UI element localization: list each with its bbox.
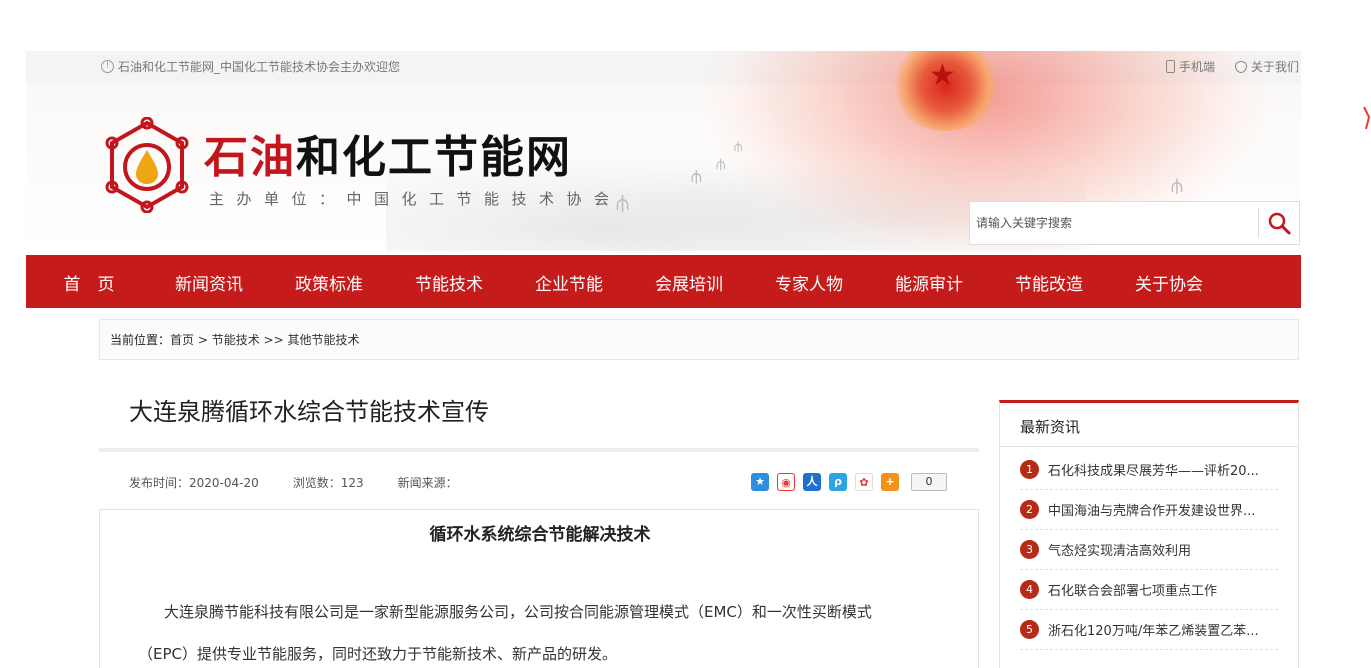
article-title: 大连泉腾循环水综合节能技术宣传: [129, 398, 489, 426]
nav-item[interactable]: 能源审计: [866, 270, 992, 295]
phone-icon: [1165, 60, 1175, 73]
latest-news-panel: 最新资讯 1 石化科技成果尽展芳华——评析20... 2 中国海油与壳牌合作开发建设世…: [999, 400, 1299, 668]
share-qzone-icon[interactable]: ★: [751, 473, 769, 491]
article-meta: 发布时间：2020-04-20 浏览数：123 新闻来源：: [129, 474, 458, 491]
share-weibo-icon[interactable]: ◉: [777, 473, 795, 491]
rank-badge: 2: [1020, 500, 1039, 519]
site-header: ★ ⫛ ⫛ ⫛ ⫛ ⫛ ! 石油和化工节能网_中国化工节能技术协会主办欢迎您 手…: [26, 51, 1301, 255]
list-item[interactable]: 2 中国海油与壳牌合作开发建设世界...: [1020, 490, 1278, 530]
breadcrumb-label: 当前位置：: [110, 333, 171, 347]
nav-item[interactable]: 节能技术: [386, 270, 512, 295]
news-link[interactable]: 石化联合会部署七项重点工作: [1048, 580, 1276, 599]
site-logo-icon[interactable]: [104, 117, 190, 213]
nav-item[interactable]: 关于协会: [1106, 270, 1232, 295]
share-kaixin-icon[interactable]: ✿: [855, 473, 873, 491]
site-title-black: 和化工节能网: [296, 132, 572, 183]
list-item[interactable]: 5 浙石化120万吨/年苯乙烯装置乙苯...: [1020, 610, 1278, 650]
site-title-red: 石油: [204, 132, 296, 183]
nav-item[interactable]: 节能改造: [986, 270, 1112, 295]
mobile-label: 手机端: [1178, 60, 1215, 74]
latest-news-title: 最新资讯: [1000, 403, 1298, 447]
info-icon: !: [101, 60, 114, 73]
article-heading: 循环水系统综合节能解决技术: [429, 525, 651, 545]
nav-item[interactable]: 政策标准: [266, 270, 392, 295]
share-bar: ★ ◉ 人 ρ ✿ + 0: [751, 473, 947, 491]
share-tqq-icon[interactable]: ρ: [829, 473, 847, 491]
breadcrumb: 当前位置：首页 > 节能技术 >> 其他节能技术: [99, 319, 1299, 360]
breadcrumb-separator: >>: [259, 333, 288, 347]
news-link[interactable]: 浙石化120万吨/年苯乙烯装置乙苯...: [1048, 620, 1276, 639]
topbar-links: 手机端 关于我们: [1165, 58, 1299, 75]
wind-turbine-icon: ⫛: [1171, 173, 1183, 197]
list-item[interactable]: 4 石化联合会部署七项重点工作: [1020, 570, 1278, 610]
rank-badge: 1: [1020, 460, 1039, 479]
share-more-icon[interactable]: +: [881, 473, 899, 491]
breadcrumb-level2[interactable]: 其他节能技术: [287, 333, 359, 347]
breadcrumb-separator: >: [194, 333, 212, 347]
wind-turbine-icon: ⫛: [716, 154, 726, 173]
nav-item[interactable]: 会展培训: [626, 270, 752, 295]
article-paragraph: （EPC）提供专业节能服务，同时还致力于节能新技术、新产品的研发。: [138, 645, 617, 663]
welcome-label: 石油和化工节能网_中国化工节能技术协会主办欢迎您: [118, 60, 401, 74]
site-title[interactable]: 石油和化工节能网: [204, 121, 572, 185]
share-renren-icon[interactable]: 人: [803, 473, 821, 491]
latest-news-list: 1 石化科技成果尽展芳华——评析20... 2 中国海油与壳牌合作开发建设世界... 3…: [1000, 450, 1298, 650]
rank-badge: 3: [1020, 540, 1039, 559]
breadcrumb-level1[interactable]: 节能技术: [212, 333, 260, 347]
wind-turbine-icon: ⫛: [734, 139, 743, 155]
publish-time: 发布时间：2020-04-20: [129, 476, 259, 490]
news-link[interactable]: 石化科技成果尽展芳华——评析20...: [1048, 460, 1276, 479]
article-divider: [99, 448, 979, 452]
rank-badge: 5: [1020, 620, 1039, 639]
search-input[interactable]: [970, 202, 1259, 244]
list-item[interactable]: 1 石化科技成果尽展芳华——评析20...: [1020, 450, 1278, 490]
nav-item[interactable]: 专家人物: [746, 270, 872, 295]
view-count: 浏览数：123: [292, 476, 364, 490]
article-body: 循环水系统综合节能解决技术 大连泉腾节能科技有限公司是一家新型能源服务公司，公司…: [99, 509, 979, 668]
nav-item[interactable]: 新闻资讯: [146, 270, 272, 295]
shield-icon: [1234, 60, 1247, 73]
article-paragraph: 大连泉腾节能科技有限公司是一家新型能源服务公司，公司按合同能源管理模式（EMC）…: [164, 603, 872, 621]
breadcrumb-home[interactable]: 首页: [170, 333, 194, 347]
mobile-link[interactable]: 手机端: [1165, 58, 1215, 75]
rank-badge: 4: [1020, 580, 1039, 599]
edge-decoration-icon: [1363, 106, 1371, 130]
list-item[interactable]: 3 气态烃实现清洁高效利用: [1020, 530, 1278, 570]
wind-turbine-icon: ⫛: [691, 166, 702, 187]
about-us-link[interactable]: 关于我们: [1234, 58, 1299, 75]
search-icon[interactable]: [1259, 202, 1299, 244]
about-us-label: 关于我们: [1250, 60, 1299, 74]
site-subtitle: 主办单位：中国化工节能技术协会: [209, 190, 622, 208]
nav-item[interactable]: 首 页: [26, 270, 152, 295]
search-box: [969, 201, 1300, 245]
news-link[interactable]: 气态烃实现清洁高效利用: [1048, 540, 1276, 559]
news-link[interactable]: 中国海油与壳牌合作开发建设世界...: [1048, 500, 1276, 519]
main-nav: 首 页新闻资讯 政策标准 节能技术 企业节能 会展培训 专家人物 能源审计 节能改造 关于协会: [26, 255, 1301, 308]
page: ★ ⫛ ⫛ ⫛ ⫛ ⫛ ! 石油和化工节能网_中国化工节能技术协会主办欢迎您 手…: [0, 0, 1371, 668]
nav-item[interactable]: 企业节能: [506, 270, 632, 295]
news-source: 新闻来源：: [397, 476, 458, 490]
share-count: 0: [911, 473, 947, 491]
welcome-text: ! 石油和化工节能网_中国化工节能技术协会主办欢迎您: [101, 58, 400, 75]
star-icon: ★: [929, 58, 956, 93]
